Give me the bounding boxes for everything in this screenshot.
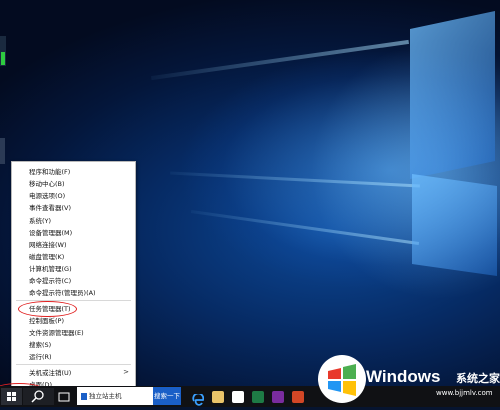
chevron-right-icon: > (123, 368, 129, 376)
wallpaper-window-pane (410, 10, 495, 180)
excel-icon[interactable] (252, 391, 264, 403)
search-icon (31, 390, 44, 403)
menu-separator (16, 300, 131, 301)
winx-context-menu: 程序和功能(F) 移动中心(B) 电源选项(O) 事件查看器(V) 系统(Y) … (11, 161, 136, 393)
menu-item-mobility-center[interactable]: 移动中心(B) (29, 180, 65, 188)
start-button[interactable] (1, 388, 22, 405)
menu-separator (16, 364, 131, 365)
taskbar-search-input[interactable]: 独立站主机 (77, 387, 153, 405)
search-go-button[interactable]: 搜索一下 (153, 387, 181, 405)
menu-item-network-connections[interactable]: 网络连接(W) (29, 241, 67, 249)
menu-item-run[interactable]: 运行(R) (29, 353, 52, 361)
menu-item-command-prompt[interactable]: 命令提示符(C) (29, 277, 71, 285)
store-icon[interactable] (232, 391, 244, 403)
edit-icon (81, 393, 87, 400)
menu-item-computer-management[interactable]: 计算机管理(G) (29, 265, 72, 273)
watermark-brand: Windows (366, 367, 441, 386)
watermark-brand-cn: 系统之家 (456, 372, 500, 385)
task-manager-highlight (18, 301, 77, 317)
menu-item-event-viewer[interactable]: 事件查看器(V) (29, 204, 71, 212)
watermark-url: www.bjjmlv.com (436, 389, 493, 397)
menu-item-device-manager[interactable]: 设备管理器(M) (29, 229, 72, 237)
volume-level-meter (0, 36, 6, 66)
menu-item-shutdown-signout[interactable]: 关机或注销(U) (29, 369, 71, 377)
menu-item-command-prompt-admin[interactable]: 命令提示符(管理员)(A) (29, 289, 96, 297)
task-view-icon[interactable] (58, 391, 70, 403)
desktop-edge-widget (0, 138, 5, 164)
menu-item-disk-management[interactable]: 磁盘管理(K) (29, 253, 64, 261)
windows-logo-icon (7, 392, 16, 401)
onenote-icon[interactable] (272, 391, 284, 403)
wallpaper-window-pane (412, 174, 497, 276)
file-explorer-icon[interactable] (212, 391, 224, 403)
taskbar-search[interactable] (23, 388, 54, 405)
menu-item-programs-features[interactable]: 程序和功能(F) (29, 168, 70, 176)
menu-item-file-explorer[interactable]: 文件资源管理器(E) (29, 329, 84, 337)
menu-item-control-panel[interactable]: 控制面板(P) (29, 317, 64, 325)
menu-item-power-options[interactable]: 电源选项(O) (29, 192, 65, 200)
menu-item-system[interactable]: 系统(Y) (29, 217, 51, 225)
powerpoint-icon[interactable] (292, 391, 304, 403)
menu-item-search[interactable]: 搜索(S) (29, 341, 51, 349)
edge-icon[interactable] (192, 391, 205, 406)
